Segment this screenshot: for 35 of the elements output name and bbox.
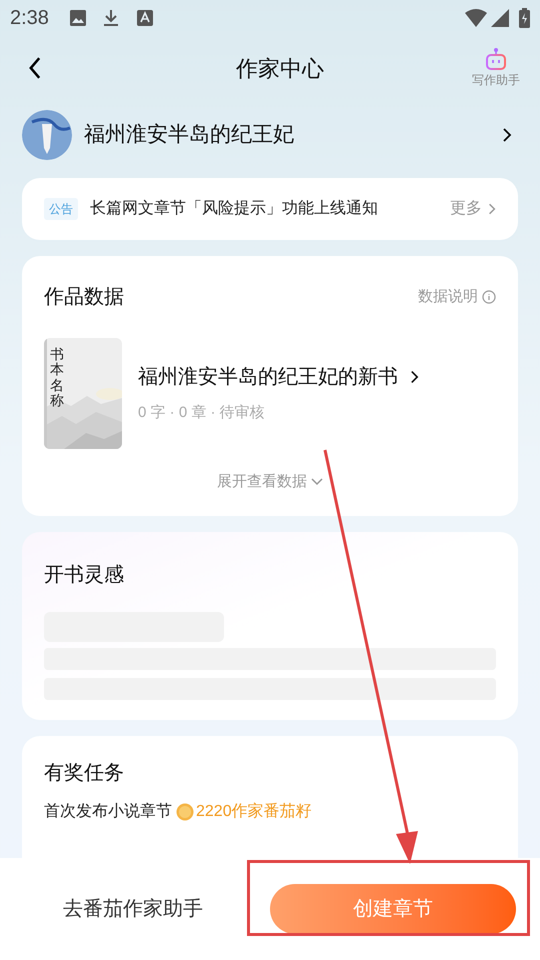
book-stats: 0 字 · 0 章 · 待审核 (138, 403, 266, 424)
assistant-link-button[interactable]: 去番茄作家助手 (22, 894, 244, 924)
info-icon (482, 290, 496, 304)
chevron-right-icon (410, 369, 419, 386)
task-reward: 2220作家番茄籽 (196, 802, 312, 822)
chevron-right-icon (488, 202, 496, 216)
chevron-down-icon (311, 478, 323, 486)
works-title: 作品数据 (44, 285, 124, 310)
image-icon (68, 9, 87, 27)
book-title-link[interactable]: 福州淮安半岛的纪王妃的新书 (138, 362, 419, 392)
battery-icon (519, 8, 530, 28)
create-chapter-button[interactable]: 创建章节 (270, 884, 516, 934)
font-icon (136, 10, 153, 26)
data-help-link[interactable]: 数据说明 (418, 286, 496, 308)
tasks-title: 有奖任务 (44, 762, 124, 784)
notice-text: 长篇网文章节「风险提示」功能上线通知 (90, 198, 379, 219)
chevron-right-icon (502, 127, 512, 143)
robot-icon (484, 47, 508, 71)
notice-tag: 公告 (44, 198, 78, 220)
page-title: 作家中心 (236, 54, 324, 82)
expand-data-button[interactable]: 展开查看数据 (217, 471, 323, 494)
avatar-icon (22, 110, 72, 160)
author-name: 福州淮安半岛的纪王妃 (84, 122, 295, 148)
wifi-icon (465, 9, 487, 27)
download-icon (102, 9, 119, 27)
writing-assistant-button[interactable]: 写作助手 (468, 47, 524, 89)
cover-title: 书本名称 (50, 348, 64, 410)
profile-row[interactable]: 福州淮安半岛的纪王妃 (0, 100, 540, 170)
coin-icon (176, 802, 194, 820)
signal-icon (491, 9, 509, 27)
task-text: 首次发布小说章节 (44, 802, 172, 822)
status-time: 2:38 (10, 6, 49, 31)
more-link[interactable]: 更多 (450, 197, 496, 221)
inspiration-title: 开书灵感 (44, 564, 124, 586)
back-icon (28, 55, 42, 81)
